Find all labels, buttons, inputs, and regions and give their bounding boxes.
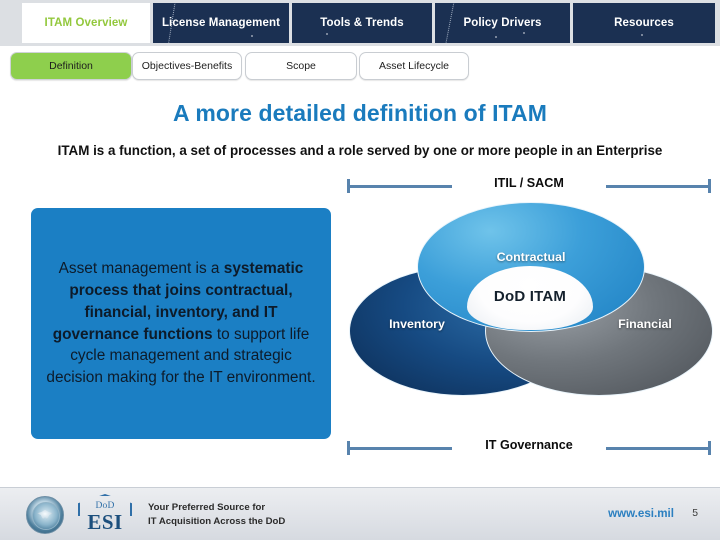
sub-tab-scope[interactable]: Scope (245, 52, 357, 80)
bracket-bottom-it-governance: IT Governance (345, 438, 713, 456)
decorative-dotted-line (443, 3, 457, 43)
nav-tab-label: ITAM Overview (44, 17, 128, 29)
sub-tab-objectives-benefits[interactable]: Objectives-Benefits (132, 52, 242, 80)
sub-tab-label: Objectives-Benefits (141, 60, 233, 72)
definition-text: Asset management is a systematic process… (43, 258, 319, 389)
nav-tab-label: Resources (614, 17, 674, 29)
bracket-arm-right (606, 185, 710, 188)
sub-tab-asset-lifecycle[interactable]: Asset Lifecycle (359, 52, 469, 80)
nav-tab-label: Policy Drivers (463, 17, 542, 29)
bracket-cap-right (708, 441, 711, 455)
decorative-dot (251, 35, 253, 37)
bracket-arm-left (348, 185, 452, 188)
esi-logo-esi-text: ESI (87, 510, 123, 534)
definition-segment-1: Asset management is a (58, 259, 224, 277)
venn-label-contractual: Contractual (496, 250, 566, 264)
bracket-top-itil-sacm: ITIL / SACM (345, 176, 713, 194)
decorative-dot (326, 33, 328, 35)
bracket-arm-right (606, 447, 710, 450)
page-subtitle: ITAM is a function, a set of processes a… (57, 143, 663, 158)
decorative-dot (495, 36, 497, 38)
bracket-arm-left (348, 447, 452, 450)
sub-tab-label: Definition (49, 60, 93, 72)
nav-tab-label: Tools & Trends (320, 17, 404, 29)
decorative-dot (523, 32, 525, 34)
nav-tab-tools-trends[interactable]: Tools & Trends (292, 3, 432, 43)
bracket-label-bottom: IT Governance (485, 438, 573, 452)
nav-tab-resources[interactable]: Resources (573, 3, 715, 43)
footer-bar: DoD ESI Your Preferred Source for IT Acq… (0, 487, 720, 540)
bracket-cap-right (708, 179, 711, 193)
sub-tab-label: Scope (286, 60, 316, 72)
slide-canvas: ITAM Overview License Management Tools &… (0, 0, 720, 540)
footer-page-number: 5 (692, 508, 698, 519)
sub-tab-label: Asset Lifecycle (378, 60, 450, 72)
nav-tab-itam-overview[interactable]: ITAM Overview (22, 3, 150, 43)
nav-tab-license-management[interactable]: License Management (153, 3, 289, 43)
page-title: A more detailed definition of ITAM (173, 100, 547, 126)
venn-label-center: DoD ITAM (493, 287, 567, 305)
venn-circles: Inventory Financial Contractual DoD ITAM (345, 202, 713, 432)
sub-tab-definition[interactable]: Definition (10, 52, 132, 80)
definition-panel: Asset management is a systematic process… (31, 208, 331, 439)
bracket-label-top: ITIL / SACM (494, 176, 564, 190)
dod-esi-logo: DoD ESI (72, 494, 138, 534)
footer-tagline-line2: IT Acquisition Across the DoD (148, 515, 286, 527)
top-nav-bar: ITAM Overview License Management Tools &… (0, 0, 720, 46)
decorative-dot (641, 34, 643, 36)
venn-diagram: ITIL / SACM Inventory Financial Contract… (345, 176, 713, 458)
footer-tagline-line1: Your Preferred Source for (148, 502, 266, 513)
nav-tab-label: License Management (161, 17, 281, 29)
footer-website-link[interactable]: www.esi.mil (608, 507, 674, 520)
dod-seal-icon (26, 496, 64, 534)
nav-tab-policy-drivers[interactable]: Policy Drivers (435, 3, 570, 43)
footer-tagline: Your Preferred Source for IT Acquisition… (148, 501, 285, 528)
sub-nav-bar: Definition Objectives-Benefits Scope Ass… (0, 46, 720, 90)
